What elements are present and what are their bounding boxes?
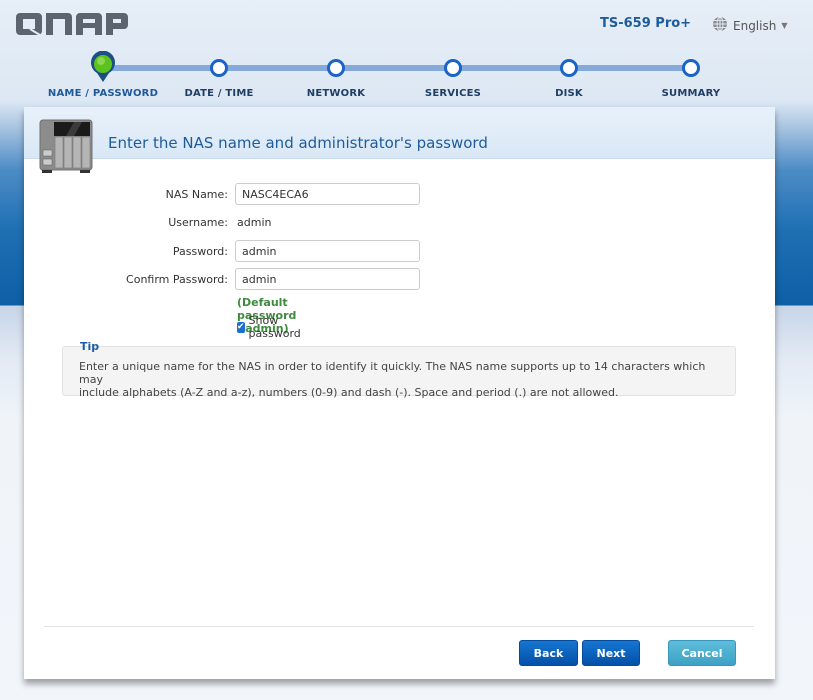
tip-title: Tip	[80, 340, 100, 353]
show-password-toggle[interactable]: ✔ Show password	[237, 314, 304, 340]
current-step-marker-icon	[89, 50, 117, 87]
next-button[interactable]: Next	[582, 640, 640, 666]
confirm-password-input[interactable]	[235, 268, 420, 290]
username-value: admin	[237, 216, 272, 229]
globe-icon	[712, 16, 728, 35]
nas-model: TS-659 Pro+	[600, 16, 692, 31]
tip-box: Enter a unique name for the NAS in order…	[62, 346, 736, 399]
tip-text-line2: include alphabets (A-Z and a-z), numbers…	[79, 386, 619, 399]
wizard-steps: NAME / PASSWORD DATE / TIME NETWORK SERV…	[0, 50, 813, 105]
language-label: English	[733, 18, 777, 33]
step-dot	[210, 59, 228, 77]
cancel-button[interactable]: Cancel	[668, 640, 736, 666]
tip-text-line1: Enter a unique name for the NAS in order…	[79, 360, 706, 386]
step-dot	[560, 59, 578, 77]
show-password-checkbox[interactable]: ✔	[237, 321, 245, 333]
step-label: NAME / PASSWORD	[47, 88, 159, 99]
step-dot	[327, 59, 345, 77]
back-button[interactable]: Back	[519, 640, 578, 666]
step-label: SUMMARY	[661, 88, 721, 99]
step-label: SERVICES	[424, 88, 482, 99]
password-label: Password:	[172, 245, 228, 258]
confirm-password-label: Confirm Password:	[126, 273, 228, 286]
language-selector[interactable]: English ▼	[712, 16, 788, 35]
step-track	[103, 65, 691, 71]
chevron-down-icon: ▼	[781, 21, 788, 30]
step-dot	[682, 59, 700, 77]
nas-name-input[interactable]	[235, 183, 420, 205]
footer-divider	[44, 626, 754, 627]
step-label: DISK	[555, 88, 583, 99]
nas-name-label: NAS Name:	[165, 188, 228, 201]
nas-device-icon	[38, 118, 94, 178]
qnap-logo	[16, 12, 128, 40]
wizard-panel: Enter the NAS name and administrator's p…	[24, 107, 775, 679]
step-label: DATE / TIME	[184, 88, 254, 99]
password-input[interactable]	[235, 240, 420, 262]
step-dot	[444, 59, 462, 77]
panel-header: Enter the NAS name and administrator's p…	[24, 107, 775, 173]
panel-title: Enter the NAS name and administrator's p…	[108, 134, 488, 152]
username-label: Username:	[168, 216, 228, 229]
show-password-label: Show password	[248, 314, 301, 340]
step-label: NETWORK	[306, 88, 366, 99]
